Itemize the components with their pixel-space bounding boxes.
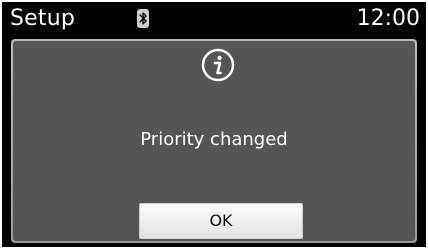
popup-body: Priority changed OK — [13, 41, 415, 241]
page-title: Setup — [10, 6, 76, 31]
clock: 12:00 — [356, 6, 420, 31]
info-icon — [201, 48, 235, 82]
status-bar: Setup 12:00 — [2, 2, 426, 36]
ok-button[interactable]: OK — [139, 203, 303, 239]
bluetooth-icon — [137, 9, 149, 28]
head-unit-screen: Setup 12:00 Priority changed OK — [2, 2, 426, 247]
popup-message: Priority changed — [140, 129, 288, 150]
popup-dialog: Priority changed OK — [11, 39, 417, 243]
